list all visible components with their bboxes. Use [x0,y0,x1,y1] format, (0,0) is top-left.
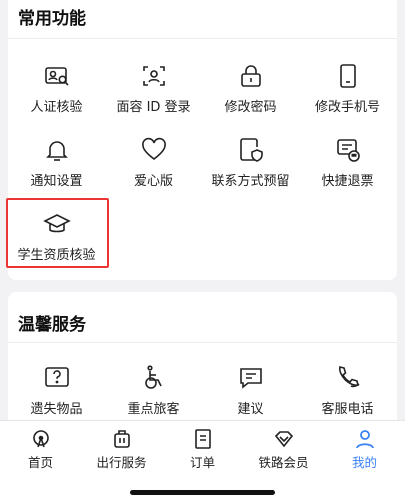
love-edition-label: 爱心版 [133,174,173,189]
change-password-label: 修改密码 [224,100,277,115]
tab-home-label: 首页 [27,455,53,470]
home-indicator [130,490,275,495]
feedback-icon [239,368,262,389]
quick-refund-button[interactable]: 快捷退票 [299,136,396,189]
heart-icon [141,137,166,161]
customer-service-label: 客服电话 [321,402,374,417]
highlight-box [6,198,109,268]
order-icon [194,429,211,449]
lock-icon [240,65,261,87]
notification-settings-button[interactable]: 通知设置 [8,136,105,189]
notification-settings-label: 通知设置 [30,174,83,189]
lost-items-label: 遗失物品 [30,402,83,417]
user-icon [355,430,374,449]
face-id-login-button[interactable]: 面容 ID 登录 [105,62,202,115]
key-passenger-label: 重点旅客 [127,402,180,417]
key-passenger-button[interactable]: 重点旅客 [105,364,202,417]
divider [8,342,397,343]
tab-orders[interactable]: 订单 [162,428,243,471]
tab-mine-label: 我的 [351,455,377,470]
tab-railway-member-label: 铁路会员 [258,455,309,470]
id-verify-button[interactable]: 人证核验 [8,62,105,115]
bell-icon [45,141,68,161]
suggestion-button[interactable]: 建议 [202,364,299,417]
love-edition-button[interactable]: 爱心版 [105,136,202,189]
phone-call-icon [338,366,360,388]
contact-shield-icon [239,138,263,162]
change-phone-label: 修改手机号 [314,100,380,115]
tab-railway-member[interactable]: 铁路会员 [243,428,324,471]
ticket-refund-icon [336,139,360,162]
tab-home[interactable]: 首页 [0,428,81,471]
phone-icon [339,64,356,88]
customer-service-button[interactable]: 客服电话 [299,364,396,417]
suggestion-label: 建议 [237,402,264,417]
diamond-icon [274,431,293,448]
face-id-login-label: 面容 ID 登录 [116,100,191,115]
common-functions-title: 常用功能 [18,9,86,29]
tab-mine[interactable]: 我的 [324,428,405,471]
change-phone-button[interactable]: 修改手机号 [299,62,396,115]
wheelchair-icon [144,365,162,389]
contact-reserve-label: 联系方式预留 [211,174,290,189]
id-verify-label: 人证核验 [30,100,83,115]
tab-travel-service[interactable]: 出行服务 [81,428,162,471]
lost-items-button[interactable]: 遗失物品 [8,364,105,417]
face-id-icon [142,66,165,86]
tab-travel-service-label: 出行服务 [96,455,147,470]
change-password-button[interactable]: 修改密码 [202,62,299,115]
warm-services-title: 温馨服务 [18,315,86,335]
contact-reserve-button[interactable]: 联系方式预留 [202,136,299,189]
tab-orders-label: 订单 [189,455,215,470]
divider [8,38,397,39]
quick-refund-label: 快捷退票 [321,174,374,189]
luggage-icon [113,430,130,448]
id-card-verify-icon [44,67,69,86]
lost-item-icon [44,367,69,387]
home-icon [32,430,49,448]
